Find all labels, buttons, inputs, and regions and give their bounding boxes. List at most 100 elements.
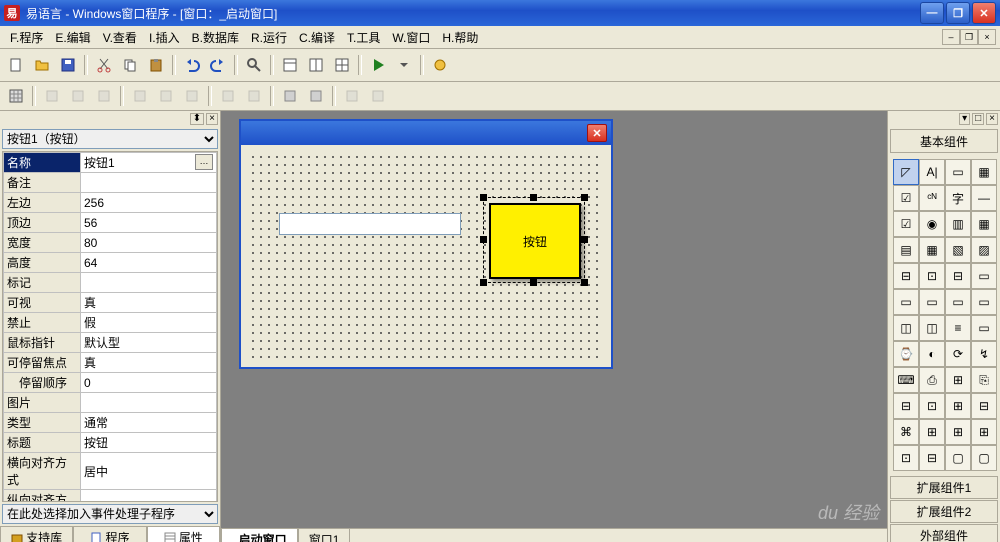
prop-key[interactable]: 可停留焦点 <box>4 353 81 373</box>
resize-handle[interactable] <box>530 279 537 286</box>
panel-pin-icon[interactable]: ⬍ <box>190 113 204 125</box>
prop-value[interactable]: 假 <box>81 313 217 333</box>
prop-key[interactable]: 标题 <box>4 433 81 453</box>
palette-item[interactable]: ◫ <box>919 315 945 341</box>
layout1-icon[interactable] <box>278 53 302 77</box>
prop-value[interactable]: 56 <box>81 213 217 233</box>
prop-value[interactable]: 0 <box>81 373 217 393</box>
menu-tools[interactable]: T.工具 <box>341 27 386 48</box>
menu-help[interactable]: H.帮助 <box>436 27 484 48</box>
palette-item[interactable]: ⊟ <box>919 445 945 471</box>
panel-close-icon[interactable]: × <box>986 113 998 125</box>
palette-item[interactable]: ▭ <box>893 289 919 315</box>
resize-handle[interactable] <box>581 194 588 201</box>
palette-item[interactable]: ◫ <box>893 315 919 341</box>
design-button[interactable]: 按钮 <box>489 203 581 279</box>
prop-value[interactable] <box>81 173 217 193</box>
tab-support-lib[interactable]: 支持库 <box>0 527 73 542</box>
copy-icon[interactable] <box>118 53 142 77</box>
palette-item[interactable]: ◐ <box>919 341 945 367</box>
prop-key[interactable]: 类型 <box>4 413 81 433</box>
palette-item[interactable]: ◉ <box>919 211 945 237</box>
palette-item[interactable]: ▭ <box>971 315 997 341</box>
prop-key[interactable]: 顶边 <box>4 213 81 233</box>
open-icon[interactable] <box>30 53 54 77</box>
redo-icon[interactable] <box>206 53 230 77</box>
palette-item[interactable]: ⊡ <box>893 445 919 471</box>
object-selector[interactable]: 按钮1（按钮） <box>2 129 218 149</box>
property-grid[interactable]: 名称按钮1…备注左边256顶边56宽度80高度64标记可视真禁止假鼠标指针默认型… <box>2 151 218 502</box>
palette-item[interactable]: ⊟ <box>945 263 971 289</box>
palette-item[interactable]: ⎙ <box>919 367 945 393</box>
resize-handle[interactable] <box>480 279 487 286</box>
palette-item[interactable]: ⊞ <box>945 367 971 393</box>
menu-window[interactable]: W.窗口 <box>386 27 436 48</box>
design-surface[interactable]: ✕ 按钮 du 经验 _启动窗口 窗口1 <box>221 111 887 542</box>
undo-icon[interactable] <box>180 53 204 77</box>
panel-dropdown-icon[interactable]: ▾ <box>959 113 970 125</box>
vcenter-icon[interactable] <box>304 84 328 108</box>
prop-key[interactable]: 左边 <box>4 193 81 213</box>
tab-program[interactable]: 程序 <box>73 527 146 542</box>
run-icon[interactable] <box>366 53 390 77</box>
prop-key[interactable]: 宽度 <box>4 233 81 253</box>
vspace-icon[interactable] <box>366 84 390 108</box>
prop-value[interactable]: 真 <box>81 293 217 313</box>
mdi-minimize-button[interactable]: – <box>942 29 960 45</box>
palette-item[interactable]: ▭ <box>945 159 971 185</box>
palette-item[interactable]: ⊡ <box>919 393 945 419</box>
palette-item[interactable]: ⊞ <box>945 393 971 419</box>
palette-item[interactable]: ⌘ <box>893 419 919 445</box>
prop-value[interactable]: 64 <box>81 253 217 273</box>
maximize-button[interactable]: ❐ <box>946 2 970 24</box>
palette-item[interactable]: ⟳ <box>945 341 971 367</box>
panel-close-icon[interactable]: × <box>206 113 218 125</box>
close-button[interactable]: ✕ <box>972 2 996 24</box>
palette-item[interactable]: ☑ <box>893 185 919 211</box>
samew-icon[interactable] <box>216 84 240 108</box>
hcenter-icon[interactable] <box>278 84 302 108</box>
abot-icon[interactable] <box>180 84 204 108</box>
tab-window1[interactable]: 窗口1 <box>298 529 351 542</box>
menu-program[interactable]: F.程序 <box>4 27 49 48</box>
menu-edit[interactable]: E.编辑 <box>49 27 96 48</box>
palette-item[interactable]: ≡ <box>945 315 971 341</box>
prop-value[interactable]: 居中 <box>81 490 217 503</box>
palette-item[interactable]: ▦ <box>919 237 945 263</box>
resize-handle[interactable] <box>480 236 487 243</box>
mdi-close-button[interactable]: × <box>978 29 996 45</box>
menu-insert[interactable]: I.插入 <box>143 27 186 48</box>
stop-icon[interactable] <box>428 53 452 77</box>
resize-handle[interactable] <box>581 236 588 243</box>
palette-item[interactable]: ⊟ <box>971 393 997 419</box>
paste-icon[interactable] <box>144 53 168 77</box>
prop-value[interactable]: 居中 <box>81 453 217 490</box>
prop-key[interactable]: 停留顺序 <box>4 373 81 393</box>
atop-icon[interactable] <box>128 84 152 108</box>
palette-item[interactable]: ⊟ <box>893 263 919 289</box>
resize-handle[interactable] <box>480 194 487 201</box>
palette-item[interactable]: ▭ <box>971 289 997 315</box>
resize-handle[interactable] <box>530 194 537 201</box>
palette-item[interactable]: ⊞ <box>971 419 997 445</box>
palette-item[interactable]: ⊟ <box>893 393 919 419</box>
prop-value[interactable]: 通常 <box>81 413 217 433</box>
menu-view[interactable]: V.查看 <box>97 27 143 48</box>
prop-key[interactable]: 禁止 <box>4 313 81 333</box>
design-window[interactable]: ✕ 按钮 <box>239 119 613 369</box>
palette-item[interactable]: ▦ <box>971 159 997 185</box>
palette-tab-external[interactable]: 外部组件 <box>890 524 998 542</box>
design-editbox[interactable] <box>279 213 461 235</box>
prop-value[interactable]: 默认型 <box>81 333 217 353</box>
palette-item[interactable]: ⊞ <box>919 419 945 445</box>
palette-item[interactable]: ▦ <box>971 211 997 237</box>
design-close-icon[interactable]: ✕ <box>587 124 607 142</box>
palette-item[interactable]: ▭ <box>919 289 945 315</box>
tab-startup-window[interactable]: _启动窗口 <box>221 529 298 542</box>
mdi-restore-button[interactable]: ❐ <box>960 29 978 45</box>
prop-key[interactable]: 备注 <box>4 173 81 193</box>
prop-value[interactable]: 80 <box>81 233 217 253</box>
prop-value[interactable]: 256 <box>81 193 217 213</box>
prop-key[interactable]: 纵向对齐方式 <box>4 490 81 503</box>
prop-key[interactable]: 名称 <box>4 153 81 173</box>
